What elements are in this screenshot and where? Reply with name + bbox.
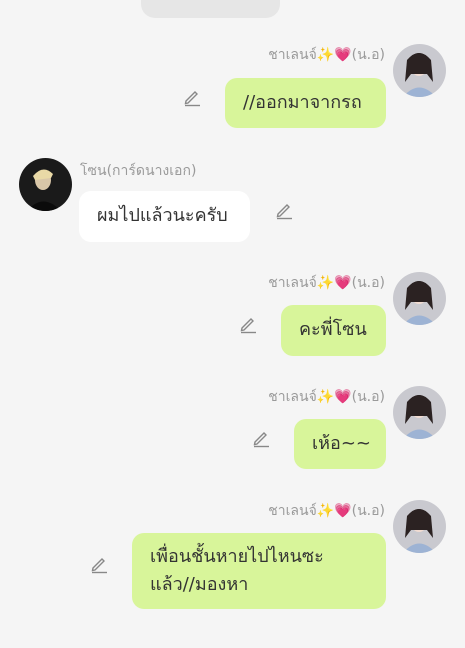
message-bubble[interactable]: ผมไปแล้วนะครับ — [79, 191, 250, 242]
message-bubble[interactable]: คะพี่โซน — [281, 305, 386, 356]
sender-name: ชาเลนจ์✨💗(น.อ) — [268, 47, 385, 63]
avatar[interactable] — [19, 158, 72, 211]
avatar[interactable] — [393, 272, 446, 325]
message-text: เห้อ~~ — [312, 433, 371, 454]
previous-message-bubble — [141, 0, 280, 18]
sender-name: ชาเลนจ์✨💗(น.อ) — [268, 389, 385, 405]
sender-name: โซน(การ์ดนางเอก) — [80, 163, 197, 179]
sender-name: ชาเลนจ์✨💗(น.อ) — [268, 275, 385, 291]
message-bubble[interactable]: //ออกมาจากรถ — [225, 78, 386, 128]
sender-name: ชาเลนจ์✨💗(น.อ) — [268, 503, 385, 519]
avatar[interactable] — [393, 386, 446, 439]
pencil-icon[interactable] — [274, 200, 294, 220]
message-text: คะพี่โซน — [299, 319, 367, 340]
message-text-line: เพื่อนชั้นหายไปไหนซะ — [150, 546, 324, 567]
pencil-icon[interactable] — [182, 87, 202, 107]
avatar[interactable] — [393, 44, 446, 97]
message-text: //ออกมาจากรถ — [243, 92, 362, 113]
message-bubble[interactable]: เพื่อนชั้นหายไปไหนซะ แล้ว//มองหา — [132, 533, 386, 609]
avatar[interactable] — [393, 500, 446, 553]
pencil-icon[interactable] — [89, 554, 109, 574]
message-text-line: แล้ว//มองหา — [150, 574, 249, 595]
pencil-icon[interactable] — [251, 428, 271, 448]
message-bubble[interactable]: เห้อ~~ — [294, 419, 386, 469]
message-text: ผมไปแล้วนะครับ — [97, 205, 228, 226]
pencil-icon[interactable] — [238, 314, 258, 334]
